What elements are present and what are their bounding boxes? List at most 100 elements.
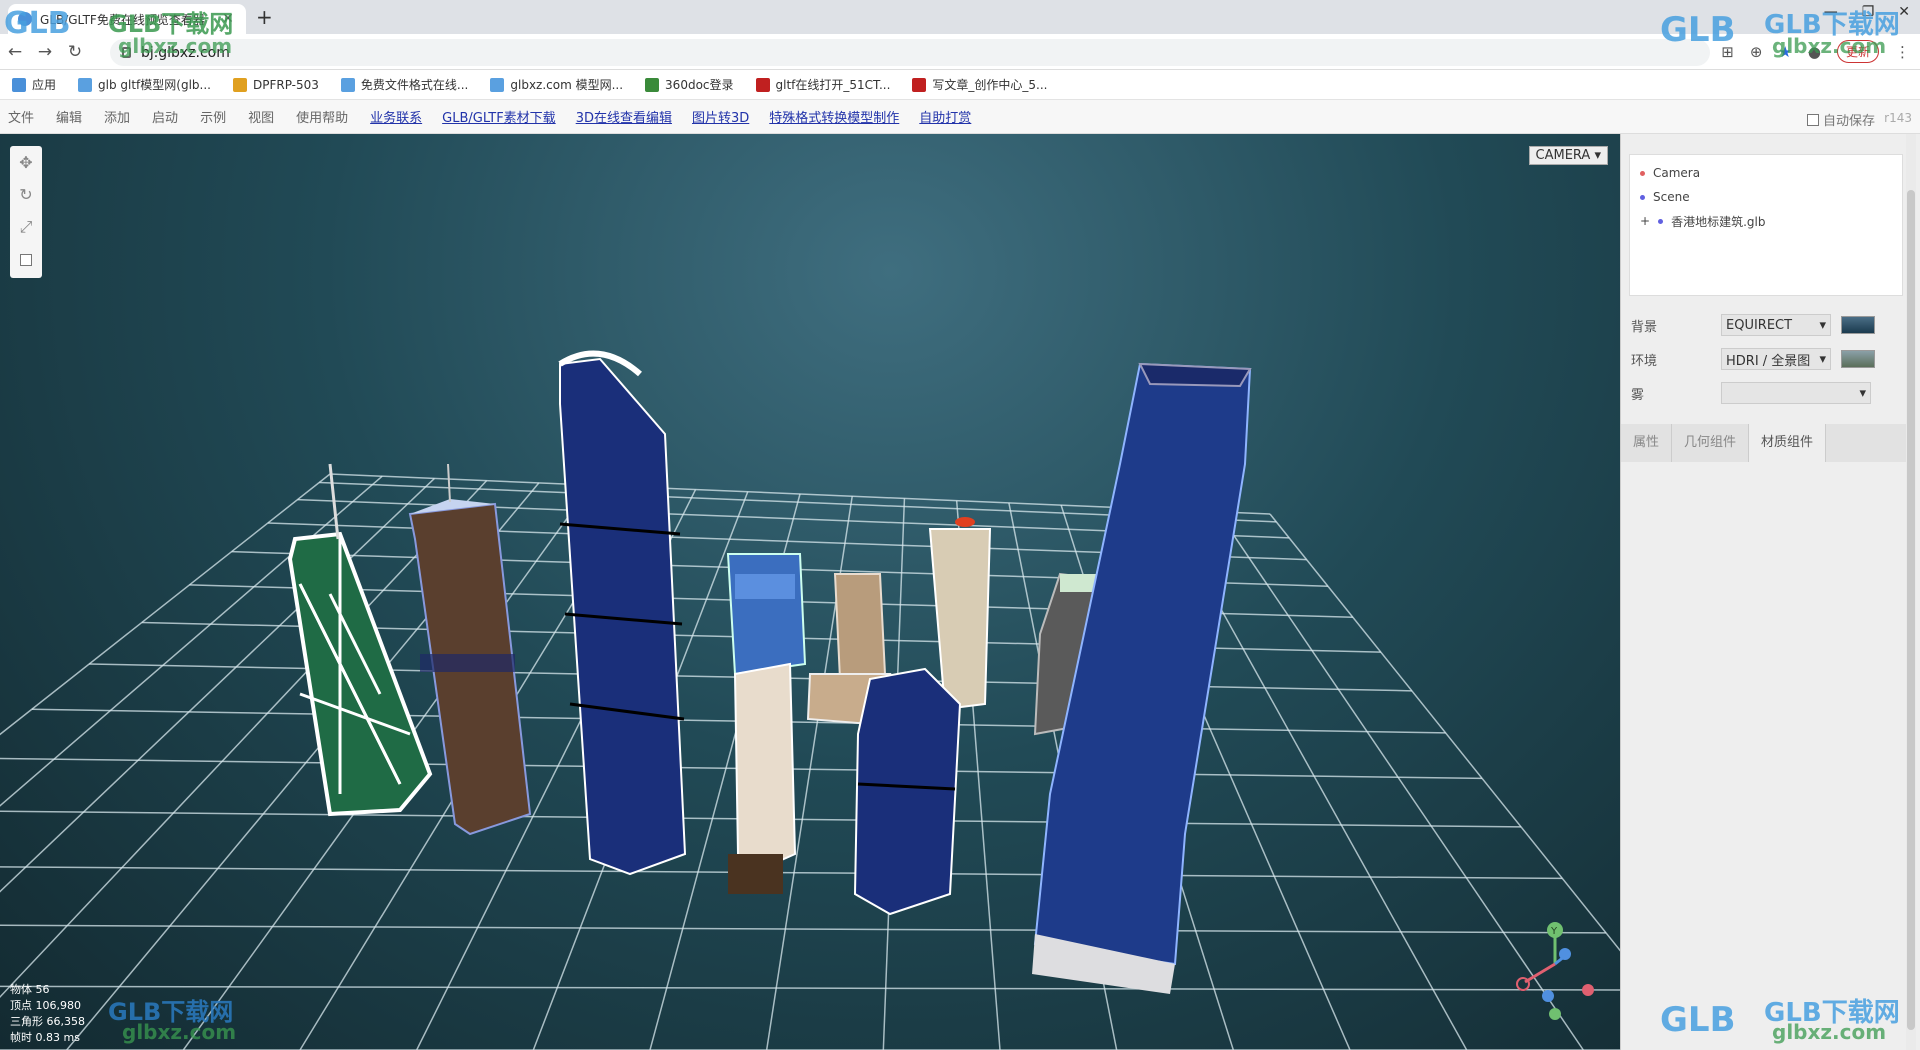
autosave-label: 自动保存 [1822,114,1875,129]
menu-link[interactable]: 自助打赏 [919,107,971,126]
bookmark-label: DPFRP-503 [252,77,319,92]
node-type-icon [1658,218,1664,224]
bookmark-item[interactable]: 360doc登录 [645,76,734,93]
update-button[interactable]: 更新 [1836,40,1879,63]
address-input[interactable]: bj.glbxz.com [110,39,1710,66]
version-label: r143 [1884,111,1912,125]
bookmark-icon [912,77,927,92]
menu-link[interactable]: 业务联系 [370,107,422,126]
reload-icon[interactable]: ↻ [60,42,90,62]
rotate-icon[interactable]: ↻ [15,184,37,206]
menu-item[interactable]: 编辑 [56,107,82,126]
menu-link[interactable]: 特殊格式转换模型制作 [769,107,899,126]
chevron-down-icon: ▾ [1859,385,1866,401]
local-space-checkbox[interactable] [20,254,32,266]
forward-icon[interactable]: → [30,42,60,62]
bookmark-item[interactable]: DPFRP-503 [232,77,319,92]
property-tab[interactable]: 材质组件 [1749,424,1827,462]
environment-texture-swatch[interactable] [1841,350,1875,368]
bookmark-label: gltf在线打开_51CT... [775,78,891,92]
camera-select[interactable]: CAMERA ▾ [1528,146,1608,165]
environment-label: 环境 [1631,353,1658,369]
new-tab-button[interactable]: + [256,5,273,29]
bookmark-item[interactable]: 应用 [12,76,56,93]
stat-objects: 物体 56 [10,983,50,996]
address-bar-row: ← → ↻ bj.glbxz.com ⊞ ⊕ ★ ● 更新 ⋮ [0,34,1920,70]
bookmark-item[interactable]: 免费文件格式在线... [340,76,469,93]
download-icon[interactable]: ⊕ [1750,43,1763,61]
bookmark-item[interactable]: 写文章_创作中心_5... [912,76,1048,93]
scene-outliner[interactable]: Camera Scene + 香港地标建筑.glb [1629,154,1903,296]
outliner-item-label: Scene [1653,190,1690,204]
stat-triangles: 三角形 66,358 [10,1015,85,1028]
tab-title: GLB/GLTF免费在线预览查看器 [40,12,205,27]
toolbar-right: ⊞ ⊕ ★ ● 更新 ⋮ [1721,40,1910,63]
background-select[interactable]: EQUIRECT ▾ [1721,314,1831,336]
browser-tab[interactable]: GLB/GLTF免费在线预览查看器 ✕ [8,4,246,34]
node-type-icon [1640,170,1645,176]
chevron-down-icon: ▾ [1819,351,1826,367]
more-menu-icon[interactable]: ⋮ [1895,43,1910,61]
address-text: bj.glbxz.com [141,44,230,61]
menu-item[interactable]: 文件 [8,107,34,126]
property-tabs: 属性 几何组件 材质组件 [1621,424,1911,462]
browser-tab-bar: GLB/GLTF免费在线预览查看器 ✕ + — ❐ ✕ [0,0,1920,34]
bookmark-star-icon[interactable]: ★ [1778,43,1791,61]
sidebar-scrollbar[interactable] [1906,134,1916,1050]
stat-frametime: 帧时 0.83 ms [10,1031,80,1044]
stat-vertices: 顶点 106,980 [10,999,81,1012]
bookmark-icon [340,77,355,92]
minimize-icon[interactable]: — [1824,4,1838,20]
bookmark-label: glbxz.com 模型网... [510,78,624,92]
bookmark-icon [78,77,93,92]
app-menubar: 文件 编辑 添加 启动 示例 视图 使用帮助 业务联系 GLB/GLTF素材下载 3D在线查看编辑… [0,100,1920,134]
background-row: 背景 EQUIRECT ▾ [1631,312,1901,338]
extensions-icon[interactable]: ⊞ [1721,43,1734,61]
building-cream-tower [728,662,797,894]
outliner-item[interactable]: Camera [1640,161,1892,185]
chevron-down-icon: ▾ [1819,317,1826,333]
background-select-value: EQUIRECT [1726,317,1793,333]
menu-link[interactable]: GLB/GLTF素材下载 [442,107,556,126]
back-icon[interactable]: ← [0,42,30,62]
3d-viewport[interactable]: Y ✥ ↻ ⤢ CAMERA ▾ 物体 56 顶点 106,980 三角形 66… [0,134,1620,1050]
tab-favicon-icon [18,12,32,26]
scrollbar-thumb[interactable] [1907,190,1915,1030]
bookmark-item[interactable]: glb gltf模型网(glb... [78,76,211,93]
bookmark-item[interactable]: gltf在线打开_51CT... [755,76,891,93]
menu-item[interactable]: 视图 [248,107,274,126]
menu-link[interactable]: 3D在线查看编辑 [576,107,672,126]
outliner-item-label: 香港地标建筑.glb [1671,214,1766,229]
environment-select[interactable]: HDRI / 全景图 ▾ [1721,348,1831,370]
scale-icon[interactable]: ⤢ [15,216,37,238]
outliner-item[interactable]: + 香港地标建筑.glb [1640,209,1892,233]
lock-icon [122,47,131,58]
autosave-checkbox[interactable] [1806,113,1819,126]
close-window-icon[interactable]: ✕ [1898,4,1910,20]
property-tab[interactable]: 几何组件 [1672,424,1750,462]
bookmark-icon [645,77,660,92]
expand-icon[interactable]: + [1640,214,1650,228]
outliner-item[interactable]: Scene [1640,185,1892,209]
menu-item[interactable]: 示例 [200,107,226,126]
bookmark-label: 免费文件格式在线... [360,78,469,92]
bookmark-item[interactable]: glbxz.com 模型网... [490,76,623,93]
menu-item[interactable]: 添加 [104,107,130,126]
maximize-icon[interactable]: ❐ [1862,4,1875,20]
fog-select[interactable]: ▾ [1721,382,1871,404]
autosave-toggle[interactable]: 自动保存 [1806,110,1875,129]
camera-select-value: CAMERA [1535,148,1591,163]
scene-render: Y [0,350,1620,1050]
background-texture-swatch[interactable] [1841,316,1875,334]
profile-icon[interactable]: ● [1808,43,1821,61]
tab-close-icon[interactable]: ✕ [220,11,236,27]
menu-item[interactable]: 使用帮助 [296,107,348,126]
translate-icon[interactable]: ✥ [15,152,37,174]
window-controls: — ❐ ✕ [1824,4,1910,20]
menu-item[interactable]: 启动 [152,107,178,126]
menu-link[interactable]: 图片转3D [692,107,749,126]
property-tab[interactable]: 属性 [1621,424,1673,462]
node-type-icon [1640,194,1645,200]
bookmarks-bar: 应用 glb gltf模型网(glb... DPFRP-503 免费文件格式在线...… [0,70,1920,100]
axis-gizmo[interactable]: Y [1516,922,1594,1020]
